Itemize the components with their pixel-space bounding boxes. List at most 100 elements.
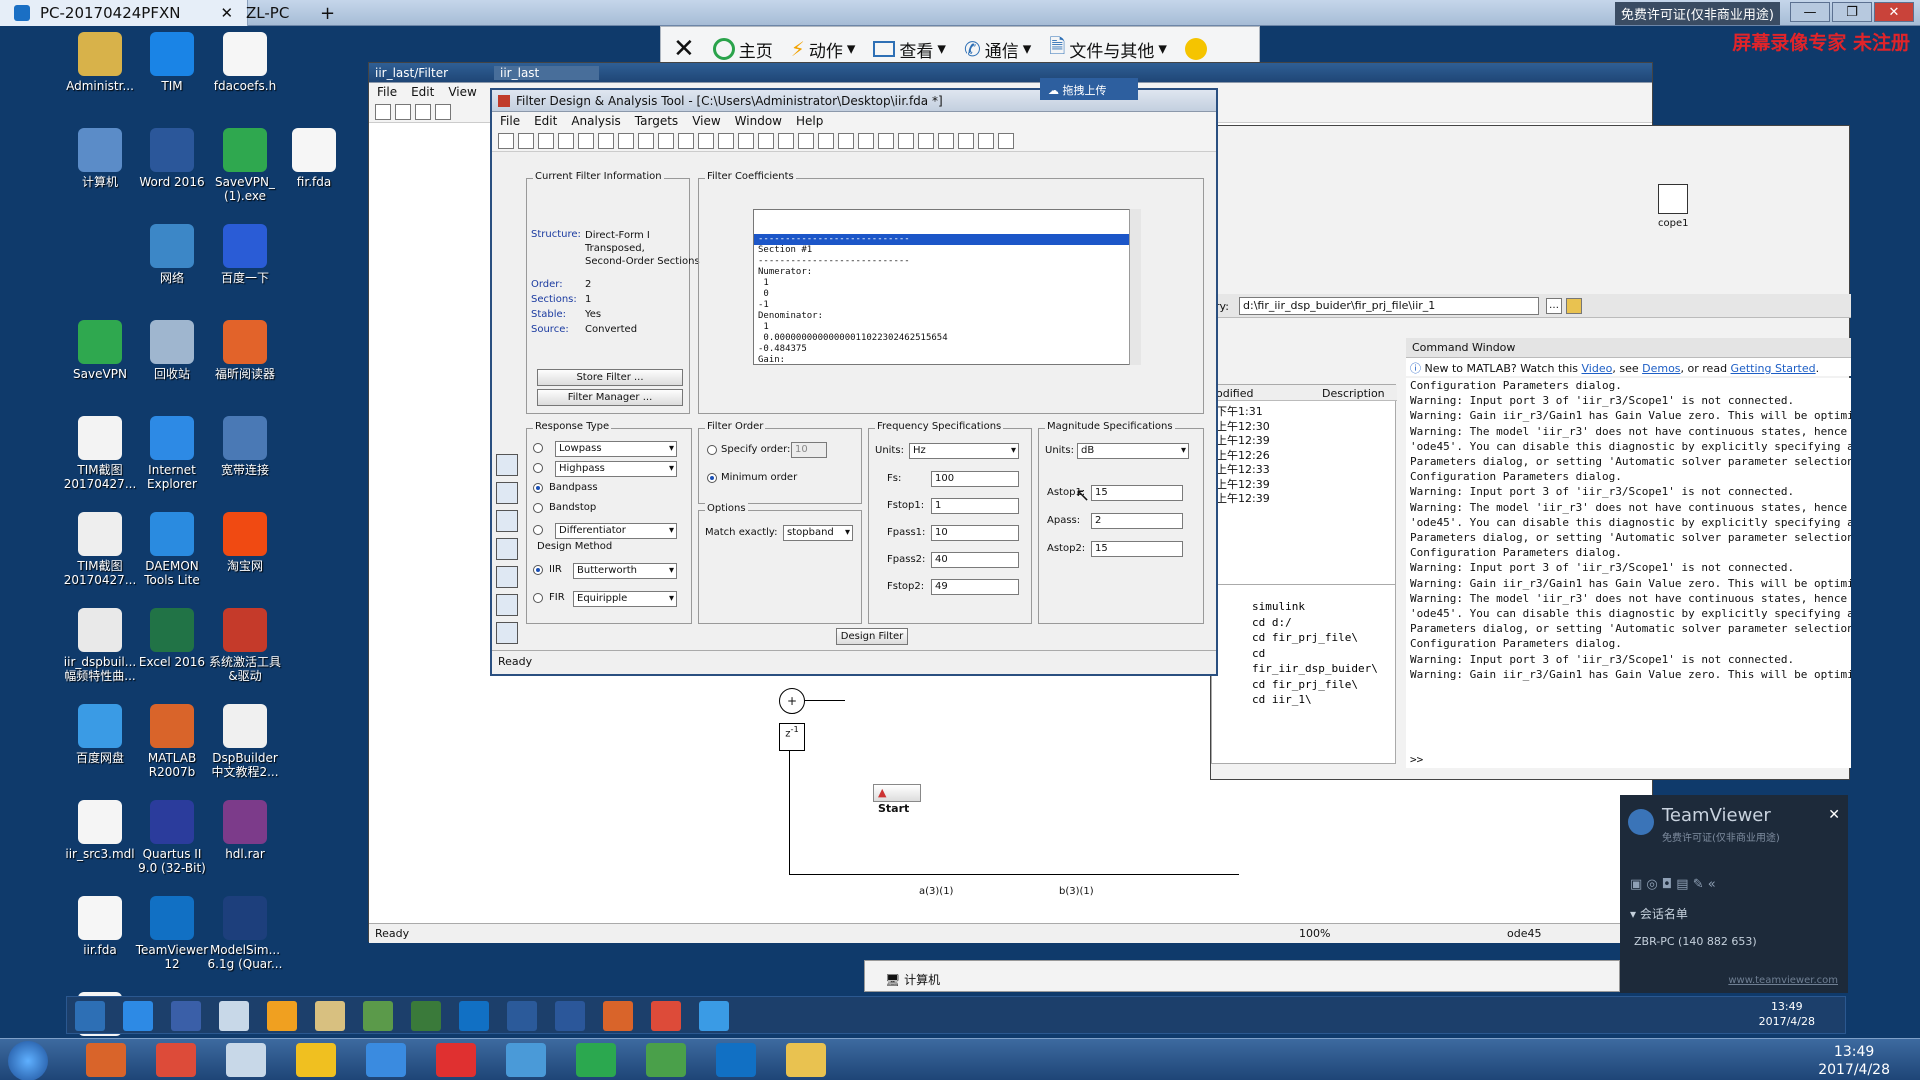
taskbar-app-icon[interactable]	[646, 1043, 686, 1077]
history-item[interactable]: cd fir_prj_file\	[1252, 677, 1395, 693]
taskbar-app-icon[interactable]	[436, 1043, 476, 1077]
toolbar-icon[interactable]	[578, 132, 594, 149]
astop1-input[interactable]: 15	[1091, 485, 1183, 501]
save-icon[interactable]	[415, 103, 431, 120]
toolbar-icon[interactable]	[498, 132, 514, 149]
side-nav-icon[interactable]	[496, 622, 518, 644]
close-button[interactable]: ✕	[1874, 2, 1914, 22]
history-item[interactable]: cd d:/	[1252, 615, 1395, 631]
bandpass-radio[interactable]	[533, 483, 543, 493]
menu-item[interactable]: Analysis	[571, 114, 620, 128]
side-nav-icon[interactable]	[496, 594, 518, 616]
toolbar-icon[interactable]	[598, 132, 614, 149]
desktop-icon[interactable]: TeamViewer 12	[132, 896, 212, 971]
tab-remote-pc1[interactable]: PC-20170424PFXN ✕	[0, 0, 249, 26]
view-menu[interactable]: 查看 ▾	[873, 37, 946, 62]
start-button[interactable]: ▲ Start	[873, 784, 921, 815]
taskbar-app-icon[interactable]	[156, 1043, 196, 1077]
command-window-output[interactable]: Configuration Parameters dialog. Warning:…	[1406, 378, 1851, 752]
toolbar-icon[interactable]	[638, 132, 654, 149]
side-nav-icon[interactable]	[496, 454, 518, 476]
history-item[interactable]: cd fir_prj_file\	[1252, 630, 1395, 646]
lowpass-radio[interactable]	[533, 443, 543, 453]
comm-menu[interactable]: ✆ 通信 ▾	[964, 37, 1031, 62]
desktop-icon[interactable]: 百度网盘	[60, 704, 140, 765]
toolbar-icon[interactable]	[958, 132, 974, 149]
quick-launch-icon[interactable]	[555, 1001, 585, 1031]
desktop-icon[interactable]: 系统激活工具&驱动	[205, 608, 285, 683]
col-description[interactable]: Description	[1322, 387, 1385, 400]
sum-block[interactable]: +	[779, 688, 805, 714]
toolbar-icon[interactable]	[778, 132, 794, 149]
close-icon[interactable]: ✕	[673, 34, 695, 64]
fstop1-input[interactable]: 1	[931, 498, 1019, 514]
lowpass-select[interactable]: Lowpass	[555, 441, 677, 457]
desktop-icon[interactable]: Internet Explorer	[132, 416, 212, 491]
menu-item[interactable]: Window	[735, 114, 782, 128]
teamviewer-link[interactable]: www.teamviewer.com	[1728, 975, 1838, 986]
taskbar-app-icon[interactable]	[226, 1043, 266, 1077]
side-nav-icon[interactable]	[496, 482, 518, 504]
fs-input[interactable]: 100	[931, 471, 1019, 487]
desktop-icon[interactable]: 淘宝网	[205, 512, 285, 573]
restore-button[interactable]: ❐	[1832, 2, 1872, 22]
desktop-icon[interactable]: Administr...	[60, 32, 140, 93]
quick-launch-icon[interactable]	[219, 1001, 249, 1031]
order-input[interactable]: 10	[791, 442, 827, 458]
desktop-icon[interactable]: DspBuilder 中文教程2...	[205, 704, 285, 779]
history-item[interactable]: cd fir_iir_dsp_buider\	[1252, 646, 1395, 677]
quick-launch-icon[interactable]	[171, 1001, 201, 1031]
taskbar-app-icon[interactable]	[296, 1043, 336, 1077]
desktop-icon[interactable]: Quartus II 9.0 (32-Bit)	[132, 800, 212, 875]
desktop-icon[interactable]: iir_dspbuil... 幅频特性曲...	[60, 608, 140, 683]
taskbar-app-icon[interactable]	[716, 1043, 756, 1077]
quick-launch-icon[interactable]	[123, 1001, 153, 1031]
taskbar-app-icon[interactable]	[86, 1043, 126, 1077]
current-folder-input[interactable]: d:\fir_iir_dsp_buider\fir_prj_file\iir_1	[1239, 297, 1539, 315]
desktop-icon[interactable]: 宽带连接	[205, 416, 285, 477]
quick-launch-icon[interactable]	[267, 1001, 297, 1031]
store-filter-button[interactable]: Store Filter ...	[537, 369, 683, 386]
upload-badge[interactable]: ☁ 拖拽上传	[1040, 78, 1138, 100]
toolbar-icon[interactable]	[658, 132, 674, 149]
desktop-icon[interactable]: Word 2016	[132, 128, 212, 189]
clock[interactable]: 13:49 2017/4/28	[1818, 1043, 1890, 1079]
quick-launch-icon[interactable]	[363, 1001, 393, 1031]
toolbar-icon[interactable]	[718, 132, 734, 149]
menu-item[interactable]: Targets	[635, 114, 678, 128]
taskbar-app-icon[interactable]	[366, 1043, 406, 1077]
toolbar-icon[interactable]	[838, 132, 854, 149]
minimum-order-radio[interactable]	[707, 473, 717, 483]
quick-launch-icon[interactable]	[603, 1001, 633, 1031]
highpass-radio[interactable]	[533, 463, 543, 473]
menu-item[interactable]: Edit	[534, 114, 557, 128]
match-exactly-select[interactable]: stopband	[783, 525, 853, 541]
tab-remote-pc2[interactable]: ZL-PC	[232, 0, 303, 26]
differentiator-radio[interactable]	[533, 525, 543, 535]
desktop-icon[interactable]: TIM截图 20170427...	[60, 512, 140, 587]
new-icon[interactable]	[375, 103, 391, 120]
toolbar-icon[interactable]	[678, 132, 694, 149]
toolbar-icon[interactable]	[818, 132, 834, 149]
fir-radio[interactable]	[533, 593, 543, 603]
menu-edit[interactable]: Edit	[411, 85, 434, 99]
astop2-input[interactable]: 15	[1091, 541, 1183, 557]
getting-started-link[interactable]: Getting Started	[1731, 362, 1816, 375]
desktop-icon[interactable]: ModelSim... 6.1g (Quar...	[205, 896, 285, 971]
home-menu[interactable]: 主页	[712, 37, 773, 62]
quick-launch-icon[interactable]	[651, 1001, 681, 1031]
folder-up-icon[interactable]	[1566, 298, 1582, 314]
toolbar-icon[interactable]	[918, 132, 934, 149]
menu-item[interactable]: File	[500, 114, 520, 128]
toolbar-icon[interactable]	[518, 132, 534, 149]
quick-launch-icon[interactable]	[411, 1001, 441, 1031]
desktop-icon[interactable]: 计算机	[60, 128, 140, 189]
coefficients-scrollbar[interactable]	[1129, 209, 1141, 365]
menu-view[interactable]: View	[448, 85, 476, 99]
peer-item[interactable]: ZBR-PC (140 882 653)	[1634, 935, 1757, 948]
menu-file[interactable]: File	[377, 85, 397, 99]
close-icon[interactable]: ✕	[1828, 807, 1840, 823]
apass-input[interactable]: 2	[1091, 513, 1183, 529]
action-menu[interactable]: ⚡ 动作 ▾	[791, 37, 856, 62]
coefficients-textbox[interactable]: ---------------------------- Section #1 -…	[753, 209, 1141, 365]
